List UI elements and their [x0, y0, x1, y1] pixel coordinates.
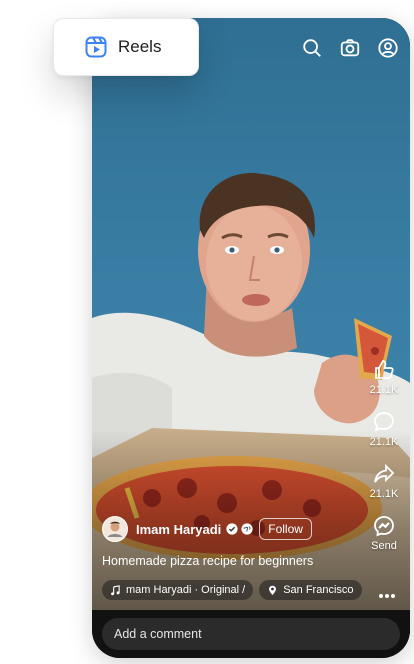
like-icon — [375, 360, 394, 379]
comment-count: 21.1K — [369, 436, 399, 448]
chip-row: mam Haryadi · Original / San Francisco — [102, 580, 362, 600]
reels-label: Reels — [118, 37, 162, 56]
more-button[interactable] — [378, 586, 396, 604]
verified-icon — [226, 523, 238, 535]
audio-label: mam Haryadi · Original / — [126, 584, 246, 596]
comment-button[interactable]: 21.1K — [369, 410, 399, 448]
profile-icon[interactable] — [376, 36, 400, 60]
like-count: 21.1K — [369, 384, 399, 396]
reels-badge: Reels — [53, 18, 199, 76]
share-count: 21.1K — [369, 488, 399, 500]
reel-caption: Homemade pizza recipe for beginners — [102, 554, 314, 568]
reels-icon — [85, 36, 107, 58]
search-icon[interactable] — [300, 36, 324, 60]
location-chip[interactable]: San Francisco — [259, 580, 362, 600]
author-row: Imam Haryadi Follow — [102, 516, 312, 542]
share-icon — [374, 463, 395, 483]
share-button[interactable]: 21.1K — [369, 462, 399, 500]
messenger-icon — [374, 516, 394, 537]
avatar[interactable] — [102, 516, 128, 542]
music-icon — [111, 584, 120, 595]
location-icon — [269, 585, 277, 595]
globe-icon — [241, 523, 253, 535]
location-label: San Francisco — [283, 584, 354, 596]
more-icon — [379, 594, 395, 598]
author-name[interactable]: Imam Haryadi — [136, 522, 221, 537]
action-rail: 21.1K 21.1K 21.1K Send — [366, 358, 402, 566]
send-button[interactable]: Send — [371, 514, 397, 552]
comment-bar: Add a comment — [92, 610, 410, 658]
send-label: Send — [371, 540, 397, 552]
audio-chip[interactable]: mam Haryadi · Original / — [102, 580, 254, 600]
reel-screen: 21.1K 21.1K 21.1K Send Imam Haryadi Foll… — [92, 18, 410, 658]
top-toolbar — [300, 36, 400, 60]
like-button[interactable]: 21.1K — [369, 358, 399, 396]
camera-icon[interactable] — [338, 36, 362, 60]
comment-input[interactable]: Add a comment — [102, 618, 400, 650]
comment-icon — [374, 412, 394, 432]
follow-button[interactable]: Follow — [259, 518, 312, 540]
page: 21.1K 21.1K 21.1K Send Imam Haryadi Foll… — [0, 0, 414, 664]
